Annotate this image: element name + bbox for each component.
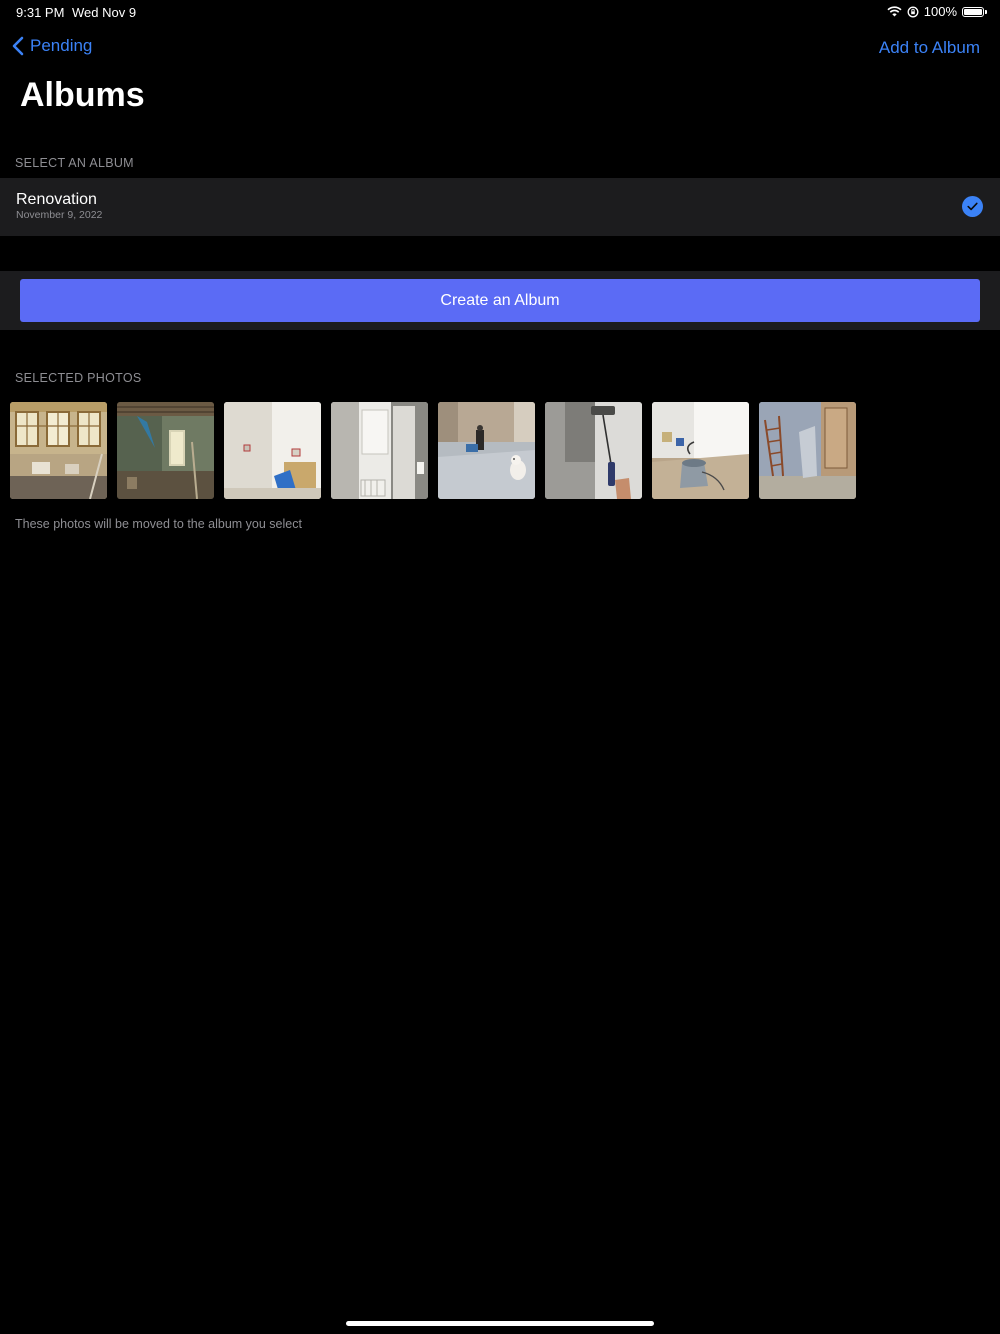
photo-thumbnail[interactable] — [331, 402, 428, 499]
photo-thumbnail[interactable] — [117, 402, 214, 499]
photo-thumbnail[interactable] — [759, 402, 856, 499]
album-date: November 9, 2022 — [16, 209, 103, 221]
checkmark-circle-icon — [962, 196, 983, 217]
lock-rotation-icon — [907, 6, 919, 18]
status-bar: 9:31 PM Wed Nov 9 100% — [0, 0, 1000, 24]
wifi-icon — [887, 6, 902, 17]
photos-footnote: These photos will be moved to the album … — [15, 517, 302, 531]
selected-photos-strip — [10, 402, 856, 499]
selected-photos-header: SELECTED PHOTOS — [15, 371, 142, 385]
photo-thumbnail[interactable] — [224, 402, 321, 499]
photo-thumbnail[interactable] — [652, 402, 749, 499]
battery-percent: 100% — [923, 4, 957, 19]
select-album-header: SELECT AN ALBUM — [15, 156, 134, 170]
album-row-renovation[interactable]: Renovation November 9, 2022 — [0, 178, 1000, 236]
page-title: Albums — [20, 76, 145, 114]
home-indicator[interactable] — [346, 1321, 654, 1326]
status-time: 9:31 PM — [16, 5, 65, 20]
create-album-button[interactable]: Create an Album — [20, 279, 980, 322]
back-button[interactable]: Pending — [12, 36, 92, 56]
album-name: Renovation — [16, 191, 97, 208]
photo-thumbnail[interactable] — [545, 402, 642, 499]
create-album-band: Create an Album — [0, 271, 1000, 330]
status-date: Wed Nov 9 — [72, 5, 137, 20]
back-button-label: Pending — [30, 36, 93, 55]
add-to-album-button[interactable]: Add to Album — [879, 38, 980, 58]
photo-thumbnail[interactable] — [10, 402, 107, 499]
battery-icon — [962, 6, 987, 17]
chevron-left-icon — [12, 36, 24, 56]
photo-thumbnail[interactable] — [438, 402, 535, 499]
status-indicators: 100% — [887, 4, 987, 19]
battery-fill — [964, 8, 982, 15]
